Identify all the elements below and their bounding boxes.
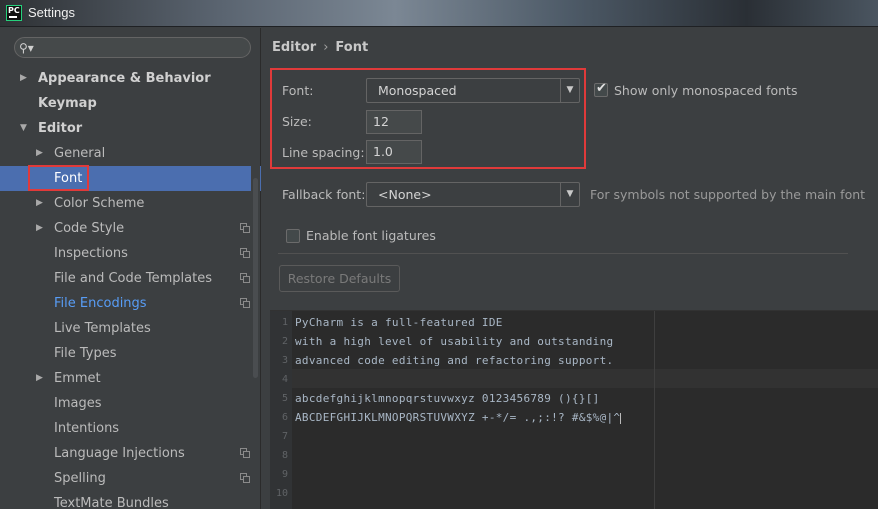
settings-content: Editor › Font Font: Monospaced ▼ ✔ Show on… [262,28,878,509]
tree-item-images[interactable]: Images [6,391,261,416]
check-icon: ✔ [596,81,607,96]
tree-item-keymap[interactable]: Keymap [6,91,261,116]
expand-arrow-icon[interactable]: ▶ [36,366,46,391]
enable-ligatures-label: Enable font ligatures [306,228,436,243]
search-field[interactable]: ⚲▾ [14,37,251,58]
tree-item-font[interactable]: Font [0,165,261,191]
project-copy-icon [240,248,250,258]
tree-item-intentions[interactable]: Intentions [6,416,261,441]
breadcrumb-separator: › [323,40,329,55]
line-spacing-field[interactable]: 1.0 [366,140,422,164]
tree-item-code-style[interactable]: ▶ Code Style [6,216,261,241]
fallback-font-label: Fallback font: [282,187,366,202]
tree-item-live-templates[interactable]: Live Templates [6,316,261,341]
tree-item-file-code-templates[interactable]: File and Code Templates [6,266,261,291]
title-bar: PC Settings [0,0,878,27]
breadcrumb: Editor › Font [272,40,368,55]
tree-item-file-types[interactable]: File Types [6,341,261,366]
line-number: 3 [281,355,288,366]
collapse-arrow-icon[interactable]: ▼ [20,116,30,141]
tree-item-file-encodings[interactable]: File Encodings [6,291,261,316]
fallback-font-note: For symbols not supported by the main fo… [590,187,866,202]
breadcrumb-current: Font [335,40,369,55]
divider [278,253,848,254]
code-line: advanced code editing and refactoring su… [295,354,614,367]
project-copy-icon [240,473,250,483]
size-label: Size: [282,114,312,129]
caret-row-highlight [292,369,878,388]
project-copy-icon [240,223,250,233]
settings-sidebar: ⚲▾ ▶ Appearance & Behavior Keymap ▼ Edit… [0,28,261,509]
line-number: 9 [281,469,288,480]
restore-defaults-button[interactable]: Restore Defaults [279,265,400,292]
search-input[interactable] [37,39,242,56]
chevron-down-icon: ▼ [560,183,579,206]
tree-item-inspections[interactable]: Inspections [6,241,261,266]
settings-tree: ▶ Appearance & Behavior Keymap ▼ Editor … [0,66,261,509]
line-number: 10 [275,488,288,499]
text-cursor [620,412,622,424]
size-field[interactable]: 12 [366,110,422,134]
line-spacing-label: Line spacing: [282,145,365,160]
font-select[interactable]: Monospaced ▼ [366,78,580,103]
tree-item-color-scheme[interactable]: ▶ Color Scheme [6,191,261,216]
font-preview-editor[interactable]: 1 2 3 4 5 6 7 8 9 10 PyCharm is a full-f… [270,310,878,509]
line-number: 8 [281,450,288,461]
tree-item-editor[interactable]: ▼ Editor [6,116,261,141]
show-only-monospaced-label: Show only monospaced fonts [614,83,798,98]
project-copy-icon [240,273,250,283]
right-margin-guide [654,311,655,509]
expand-arrow-icon[interactable]: ▶ [36,141,46,166]
chevron-down-icon: ▼ [560,79,579,102]
tree-item-general[interactable]: ▶ General [6,141,261,166]
search-icon: ⚲▾ [19,41,34,55]
code-line: PyCharm is a full-featured IDE [295,316,503,329]
line-number: 2 [281,336,288,347]
code-line: abcdefghijklmnopqrstuvwxyz 0123456789 ()… [295,392,600,405]
line-number: 5 [281,393,288,404]
expand-arrow-icon[interactable]: ▶ [36,216,46,241]
tree-item-emmet[interactable]: ▶ Emmet [6,366,261,391]
line-number: 4 [281,374,288,385]
line-number: 1 [281,317,288,328]
expand-arrow-icon[interactable]: ▶ [36,191,46,216]
line-number: 6 [281,412,288,423]
code-line: ABCDEFGHIJKLMNOPQRSTUVWXYZ +-*/= .,;:!? … [295,411,622,424]
expand-arrow-icon[interactable]: ▶ [20,66,30,91]
tree-item-spelling[interactable]: Spelling [6,466,261,491]
line-number-gutter: 1 2 3 4 5 6 7 8 9 10 [270,311,292,509]
show-only-monospaced-checkbox[interactable]: ✔ [594,81,608,97]
fallback-font-select[interactable]: <None> ▼ [366,182,580,207]
line-number: 7 [281,431,288,442]
tree-item-appearance-behavior[interactable]: ▶ Appearance & Behavior [6,66,261,91]
project-copy-icon [240,448,250,458]
enable-ligatures-checkbox[interactable] [286,229,300,243]
font-label: Font: [282,83,314,98]
pycharm-icon: PC [6,5,22,21]
breadcrumb-parent: Editor [272,40,317,55]
sidebar-scrollbar[interactable] [251,28,260,509]
window-title: Settings [28,5,75,20]
tree-item-textmate-bundles[interactable]: TextMate Bundles [6,491,261,509]
project-copy-icon [240,298,250,308]
tree-item-language-injections[interactable]: Language Injections [6,441,261,466]
code-line: with a high level of usability and outst… [295,335,614,348]
